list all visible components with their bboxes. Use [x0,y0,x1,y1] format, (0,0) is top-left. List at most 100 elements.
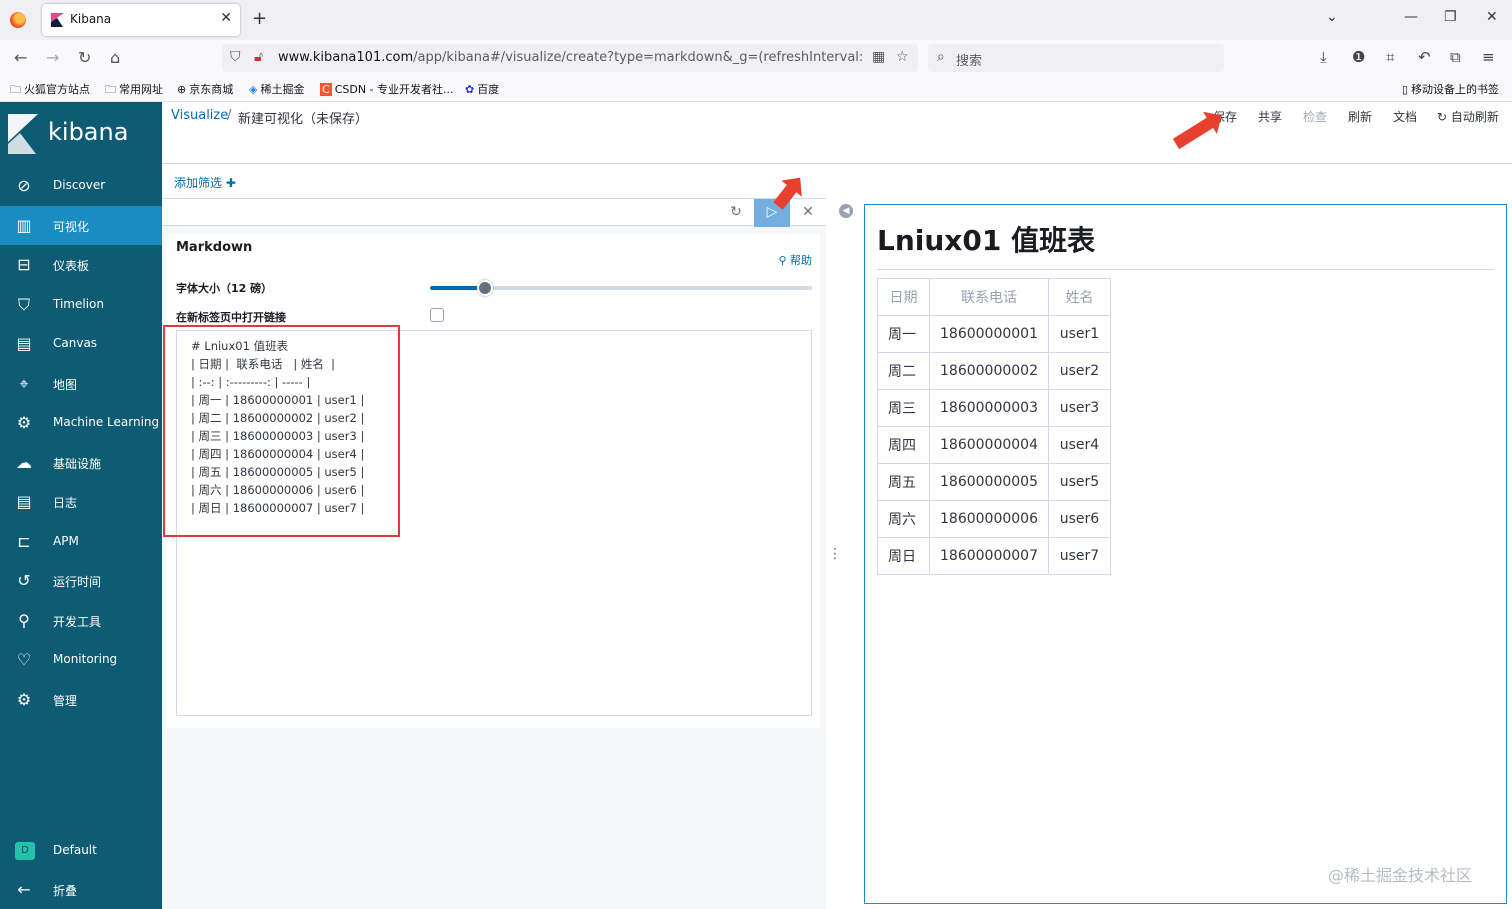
reload-icon[interactable]: ↻ [78,48,91,67]
nav-monitoring[interactable]: ♡ Monitoring [0,640,162,679]
table-cell: 18600000006 [929,500,1049,538]
table-cell: 18600000007 [929,537,1049,575]
table-cell: 周日 [877,537,930,575]
download-icon[interactable]: ⤓ [1320,48,1327,66]
slider-thumb[interactable] [477,280,493,296]
bookmark-star-icon[interactable]: ☆ [896,49,909,65]
inspect-button[interactable]: 检查 [1303,108,1327,125]
nav-logs[interactable]: ▤ 日志 [0,482,162,521]
kibana-logo-text[interactable]: kibana [48,118,128,146]
space-avatar: D [15,842,35,860]
minimize-button[interactable]: — [1404,9,1418,25]
monitoring-icon: ♡ [16,650,32,669]
discard-icon[interactable]: ✕ [790,199,826,227]
nav-canvas[interactable]: ▤ Canvas [0,324,162,363]
resize-handle-icon[interactable]: ⋮ [828,546,842,562]
nav-devtools[interactable]: ⚲ 开发工具 [0,601,162,640]
nav-dashboard[interactable]: ⊟ 仪表板 [0,245,162,284]
font-size-slider[interactable] [430,280,812,296]
table-cell: 18600000002 [929,352,1049,390]
table-cell: user3 [1047,389,1111,427]
nav-label: 开发工具 [53,615,102,629]
table-cell: user5 [1047,463,1111,501]
url-text[interactable]: www.kibana101.com/app/kibana#/visualize/… [278,50,862,65]
table-cell: 18600000005 [929,463,1049,501]
bookmark-item[interactable]: ◈ 稀土掘金 [249,81,304,97]
open-links-label: 在新标签页中打开链接 [176,311,286,324]
share-button[interactable]: 共享 [1258,108,1282,125]
restore-button[interactable]: ❐ [1444,9,1457,25]
kibana-logo-icon[interactable] [8,114,40,154]
uptime-icon: ↺ [17,571,31,590]
undo-icon[interactable]: ↶ [1418,48,1431,66]
nav-label: 日志 [53,496,78,510]
baidu-icon: ✿ [465,83,475,96]
table-cell: 周三 [877,389,930,427]
close-window-button[interactable]: ✕ [1486,9,1498,25]
browser-tabstrip: Kibana ✕ + ⌄ — ❐ ✕ [0,0,1512,40]
search-bar[interactable]: ⌕ 搜索 [928,44,1224,72]
nav-infrastructure[interactable]: ☁ 基础设施 [0,443,162,482]
table-row: 周一 18600000001 user1 [877,315,1111,353]
nav-timelion[interactable]: ⛉ Timelion [0,285,162,324]
new-tab-button[interactable]: + [252,8,267,29]
nav-label: Timelion [53,297,104,311]
collapse-editor-icon[interactable]: ◀ [839,204,853,218]
column-header: 联系电话 [929,278,1049,316]
screenshot-icon[interactable]: ⌗ [1386,48,1394,66]
table-cell: user4 [1047,426,1111,464]
back-icon[interactable]: ← [14,48,27,67]
menu-icon[interactable]: ≡ [1482,48,1495,66]
space-selector[interactable]: D Default [0,831,162,870]
browser-tab-kibana[interactable]: Kibana ✕ [42,4,240,36]
bookmark-item[interactable]: ⊕ 京东商城 [177,81,233,97]
auto-refresh-button[interactable]: ↻ 自动刷新 [1437,108,1499,125]
arrow-left-icon: ← [17,880,31,899]
timelion-icon: ⛉ [17,295,30,314]
tab-title: Kibana [70,12,112,26]
table-header-row: 日期 联系电话 姓名 [877,278,1111,316]
preview-title: Lniux01 值班表 [877,219,1493,270]
nav-uptime[interactable]: ↺ 运行时间 [0,561,162,600]
breadcrumb-visualize[interactable]: Visualize [171,108,228,123]
collapse-nav-button[interactable]: ← 折叠 [0,870,162,909]
nav-discover[interactable]: ⊘ Discover [0,166,162,205]
forward-icon[interactable]: → [46,48,59,67]
table-cell: 周六 [877,500,930,538]
reset-icon[interactable]: ↻ [718,199,754,227]
kibana-favicon-icon [51,13,64,27]
account-icon[interactable]: ❶ [1352,48,1365,66]
help-link[interactable]: ⚲ 帮助 [778,252,812,268]
extensions-icon[interactable]: ⧉ [1450,48,1461,66]
nav-management[interactable]: ⚙ 管理 [0,680,162,719]
nav-maps[interactable]: ⌖ 地图 [0,364,162,403]
bookmark-item[interactable]: C CSDN - 专业开发者社... [320,81,454,97]
juejin-icon: ◈ [249,83,258,96]
home-icon[interactable]: ⌂ [110,48,120,67]
mobile-bookmarks[interactable]: ▯ 移动设备上的书签 [1402,81,1499,97]
table-cell: 18600000003 [929,389,1049,427]
url-bar[interactable]: ⛉ 🔓︎ www.kibana101.com/app/kibana#/visua… [222,44,918,72]
close-icon[interactable]: ✕ [220,10,232,26]
refresh-icon: ↻ [1437,110,1451,124]
docs-button[interactable]: 文档 [1393,108,1417,125]
bookmark-item[interactable]: ✿ 百度 [465,81,499,97]
nav-label: 基础设施 [53,457,102,471]
nav-visualize[interactable]: ▥ 可视化 [0,206,162,245]
refresh-button[interactable]: 刷新 [1348,108,1372,125]
bookmark-item[interactable]: 🗀 火狐官方站点 [10,81,90,100]
markdown-preview: Lniux01 值班表 日期 联系电话 姓名 周一 18600000001 user… [864,204,1507,904]
bookmark-item[interactable]: 🗀 常用网址 [105,81,163,100]
chevron-down-icon[interactable]: ⌄ [1326,9,1338,25]
apm-icon: ⊏ [17,532,31,551]
firefox-icon[interactable] [10,12,26,28]
nav-machine-learning[interactable]: ⚙ Machine Learning [0,403,162,442]
globe-icon: ⊕ [177,83,187,96]
insecure-lock-icon[interactable]: 🔓︎ [254,49,263,65]
add-filter-button[interactable]: 添加筛选 ✚ [174,174,236,191]
browser-navbar: ← → ↻ ⌂ ⛉ 🔓︎ www.kibana101.com/app/kiban… [0,40,1512,76]
nav-apm[interactable]: ⊏ APM [0,522,162,561]
shield-icon[interactable]: ⛉ [230,49,241,65]
open-links-checkbox[interactable] [430,308,444,322]
qr-code-icon[interactable]: ▦ [872,49,885,65]
